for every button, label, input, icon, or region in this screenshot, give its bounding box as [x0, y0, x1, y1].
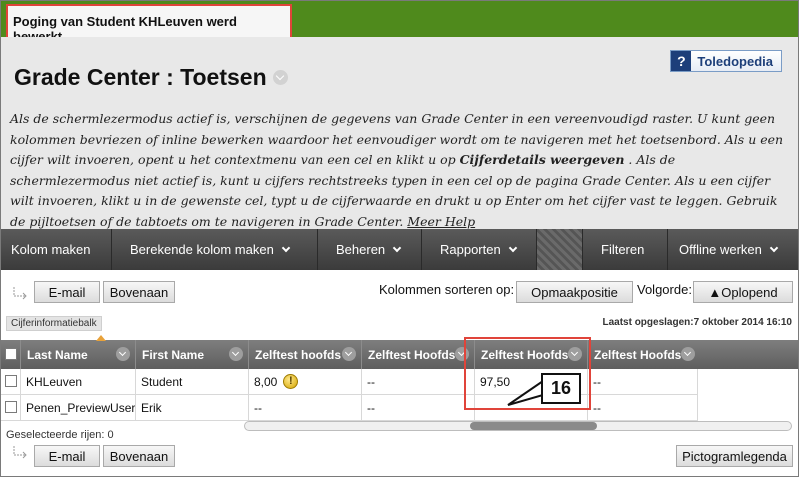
cell-grade[interactable]: -- [588, 369, 698, 395]
grade-info-bar-tab[interactable]: Cijferinformatiebalk [6, 316, 102, 331]
chevron-down-icon[interactable] [229, 347, 243, 361]
scrollbar-thumb[interactable] [470, 422, 597, 430]
reports-label: Rapporten [440, 242, 501, 257]
manage-label: Beheren [336, 242, 386, 257]
page-header: ? Toledopedia Grade Center : Toetsen Als… [1, 37, 798, 229]
row-checkbox[interactable] [5, 401, 17, 413]
grid-horizontal-scrollbar[interactable] [244, 421, 792, 431]
top-button[interactable]: Bovenaan [103, 281, 175, 303]
step-number-callout: 16 [541, 373, 581, 404]
bottom-toolbar: E-mail Bovenaan Pictogramlegenda [1, 441, 798, 476]
more-help-link[interactable]: Meer Help [407, 214, 475, 229]
email-button-bottom[interactable]: E-mail [34, 445, 100, 467]
column-header-label: Zelftest hoofds [255, 347, 341, 362]
action-bar-separator [537, 229, 583, 270]
selected-rows-count: Geselecteerde rijen: 0 [6, 429, 114, 441]
icon-legend-button[interactable]: Pictogramlegenda [676, 445, 793, 467]
column-header-label: Zelftest Hoofds [368, 347, 456, 362]
receipt-bar: Poging van Student KHLeuven werd bewerkt [1, 1, 798, 44]
work-offline-menu[interactable]: Offline werken [668, 229, 797, 270]
chevron-down-icon [508, 243, 517, 252]
order-label: Volgorde: [637, 282, 692, 297]
column-header-label: Zelftest Hoofds [594, 347, 682, 362]
grid-toolbar: E-mail Bovenaan Kolommen sorteren op: Op… [1, 270, 798, 316]
cell-first-name[interactable]: Student [136, 369, 249, 395]
filter-label: Filteren [601, 242, 645, 257]
page-title: Grade Center : Toetsen [14, 64, 288, 91]
move-to-icon [13, 446, 27, 459]
column-header-zelftest-1[interactable]: Zelftest hoofds [249, 340, 362, 369]
cell-first-name[interactable]: Erik [136, 395, 249, 421]
grade-center-window: Poging van Student KHLeuven werd bewerkt… [0, 0, 799, 477]
row-select-cell [1, 395, 21, 421]
needs-grading-icon: ! [283, 374, 299, 389]
order-select[interactable]: ▲Oplopend [693, 281, 793, 303]
column-header-zelftest-4[interactable]: Zelftest Hoofds [588, 340, 698, 369]
cell-grade[interactable]: -- [588, 395, 698, 421]
cell-last-name[interactable]: KHLeuven [21, 369, 136, 395]
create-calculated-column-label: Berekende kolom maken [130, 242, 274, 257]
top-button-bottom[interactable]: Bovenaan [103, 445, 175, 467]
chevron-down-icon[interactable] [342, 347, 356, 361]
sort-ascending-icon [96, 335, 106, 341]
action-bar: Kolom maken Berekende kolom maken Behere… [1, 229, 798, 270]
manage-menu[interactable]: Beheren [318, 229, 422, 270]
column-header-last-name[interactable]: Last Name [21, 335, 136, 369]
create-calculated-column-menu[interactable]: Berekende kolom maken [112, 229, 318, 270]
sort-columns-label: Kolommen sorteren op: [379, 282, 515, 297]
cell-grade[interactable]: 8,00 ! [249, 369, 362, 395]
move-to-icon [13, 287, 27, 300]
filter-button[interactable]: Filteren [583, 229, 668, 270]
chevron-down-icon [769, 243, 779, 252]
toledopedia-label: Toledopedia [697, 53, 773, 69]
create-column-button[interactable]: Kolom maken [1, 229, 112, 270]
grade-value: 8,00 [254, 374, 278, 389]
cell-grade[interactable]: -- [249, 395, 362, 421]
toledopedia-button[interactable]: ? Toledopedia [670, 50, 782, 72]
help-icon: ? [671, 51, 692, 71]
instructions-text: Als de schermlezermodus actief is, versc… [10, 109, 792, 233]
create-column-label: Kolom maken [11, 242, 91, 257]
cell-grade[interactable]: -- [362, 395, 475, 421]
select-all-checkbox[interactable] [5, 348, 17, 360]
chevron-down-icon[interactable] [681, 347, 695, 361]
grade-grid: Last Name First Name Zelftest hoofds Zel… [1, 335, 798, 430]
chevron-down-icon[interactable] [116, 347, 130, 361]
column-header-label: Last Name [27, 347, 88, 362]
table-row: KHLeuven Student 8,00 ! -- 97,50 -- [1, 369, 798, 395]
instructions-bold: Cijferdetails weergeven [459, 152, 625, 168]
grid-header: Last Name First Name Zelftest hoofds Zel… [1, 335, 798, 369]
row-select-cell [1, 369, 21, 395]
reports-menu[interactable]: Rapporten [422, 229, 537, 270]
chevron-down-icon [392, 243, 402, 252]
column-header-first-name[interactable]: First Name [136, 340, 249, 369]
column-header-zelftest-2[interactable]: Zelftest Hoofds [362, 340, 475, 369]
last-saved-text: Laatst opgeslagen:7 oktober 2014 16:10 [602, 317, 792, 328]
work-offline-label: Offline werken [679, 242, 762, 257]
table-row: Penen_PreviewUser Erik -- -- -- -- [1, 395, 798, 421]
cell-grade[interactable]: -- [362, 369, 475, 395]
sort-by-select[interactable]: Opmaakpositie [516, 281, 633, 303]
column-header-label: First Name [142, 347, 205, 362]
cell-last-name[interactable]: Penen_PreviewUser [21, 395, 136, 421]
email-button[interactable]: E-mail [34, 281, 100, 303]
chevron-down-icon[interactable] [272, 70, 288, 85]
page-title-text: Grade Center : Toetsen [14, 64, 267, 90]
callout-pointer [507, 379, 544, 406]
grade-info-bar: Cijferinformatiebalk Laatst opgeslagen:7… [1, 316, 798, 331]
row-checkbox[interactable] [5, 375, 17, 387]
chevron-down-icon [281, 243, 291, 252]
select-all-cell [1, 340, 21, 369]
